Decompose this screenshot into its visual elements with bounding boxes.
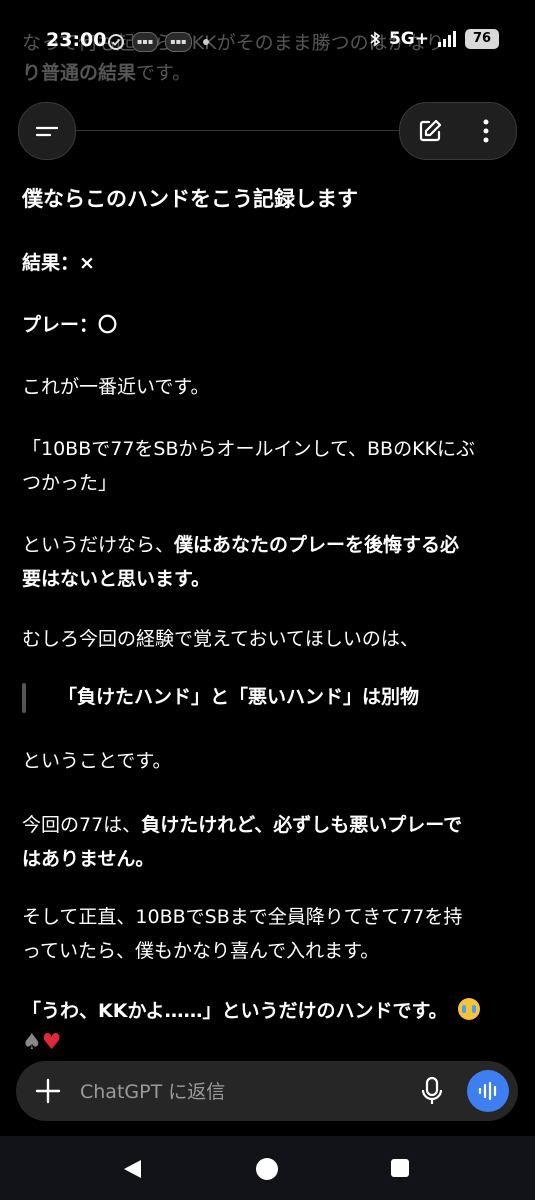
message-result: 結果：× [22,246,95,280]
chat-screen: なって何も起こらずKKがそのまま勝つのはかなり り普通の結果です。 23:00 … [0,0,535,1200]
message-paragraph-1: これが一番近いです。 [22,376,210,398]
card-suits: ♠♥ [22,1030,61,1056]
p3-bold: 僕はあなたのプレーを後悔する必 [174,534,460,556]
message-paragraph-5: ということです。 [22,750,172,772]
message-paragraph-3-line-2: 要はないと思います。 [22,562,210,596]
p6-bold: 負けたけれど、必ずしも悪いプレーで [141,814,463,836]
p8-bold: 「うわ、KKかよ……」 [22,1000,222,1022]
message-heading: 僕ならこのハンドをこう記録します [22,187,358,211]
status-time: 23:00 [46,29,107,51]
message-paragraph-6-line-1: 今回の77は、負けたけれど、必ずしも悪いプレーで [22,808,462,842]
voice-mode-button[interactable] [467,1070,509,1112]
message-paragraph-7-line-1: そして正直、10BBでSBまで全員降りてきて77を持 [22,906,463,928]
p6-bold-2: はありません。 [22,848,155,870]
previous-text-rest: です。 [136,62,192,84]
mic-icon[interactable] [419,1075,445,1107]
p6-plain: 今回の77は、 [22,814,142,836]
menu-button[interactable] [18,102,76,160]
more-vertical-icon[interactable] [476,117,496,145]
home-icon[interactable] [256,1158,278,1180]
reply-input[interactable] [78,1075,402,1109]
voice-wave-icon [478,1081,497,1101]
app-notification-icon-2: ▪▪▪ [165,32,192,52]
p3-bold-2: 要はないと思います。 [22,568,211,590]
check-circle-icon [108,34,124,50]
heart-icon: ♥ [41,1030,62,1055]
message-paragraph-4: むしろ今回の経験で覚えておいてほしいのは、 [22,628,419,650]
message-paragraph-2-line-1: 「10BBで77をSBからオールインして、BBのKKにぶ [22,438,475,460]
blockquote-text: 「負けたハンド」と「悪いハンド」は別物 [58,686,420,708]
p3-plain: というだけなら、 [22,534,175,556]
message-paragraph-7-line-2: っていたら、僕もかなり喜んで入れます。 [22,940,380,962]
message-paragraph-8: 「うわ、KKかよ……」というだけのハンドです。 [22,994,480,1028]
result-text: 結果：× [22,252,95,274]
crying-face-icon [457,998,480,1020]
p8-plain: というだけのハンドです。 [221,1000,448,1022]
message-paragraph-6-line-2: はありません。 [22,842,154,876]
header-divider [74,130,404,131]
play-text: プレー：〇 [22,314,118,336]
signal-icon [438,31,456,47]
battery-level: 76 [465,29,499,49]
more-notifications-dot [202,39,209,45]
system-nav-bar [0,1136,535,1200]
menu-icon [35,126,59,137]
spade-icon: ♠ [22,1030,42,1055]
blockquote-bar [22,683,26,713]
bluetooth-icon [370,31,381,47]
recent-apps-icon[interactable] [391,1159,409,1177]
previous-text-line-2: り普通の結果です。 [22,58,512,88]
status-bar: 23:00 ▪▪▪ ▪▪▪ 5G+ 76 [0,26,535,60]
message-paragraph-2-line-2: つかった」 [22,472,118,494]
back-icon[interactable] [121,1158,143,1180]
message-composer [16,1061,518,1121]
plus-icon[interactable] [34,1077,62,1105]
header-actions [399,102,517,160]
pencil-icon[interactable] [416,117,444,145]
network-type: 5G+ [388,29,429,49]
status-right-icons: 5G+ 76 [369,29,499,49]
notification-icons: ▪▪▪ ▪▪▪ [107,32,209,52]
message-paragraph-3-line-1: というだけなら、僕はあなたのプレーを後悔する必 [22,528,459,562]
app-notification-icon: ▪▪▪ [132,32,159,52]
message-play: プレー：〇 [22,308,117,342]
previous-text-bold: り普通の結果 [22,62,137,84]
